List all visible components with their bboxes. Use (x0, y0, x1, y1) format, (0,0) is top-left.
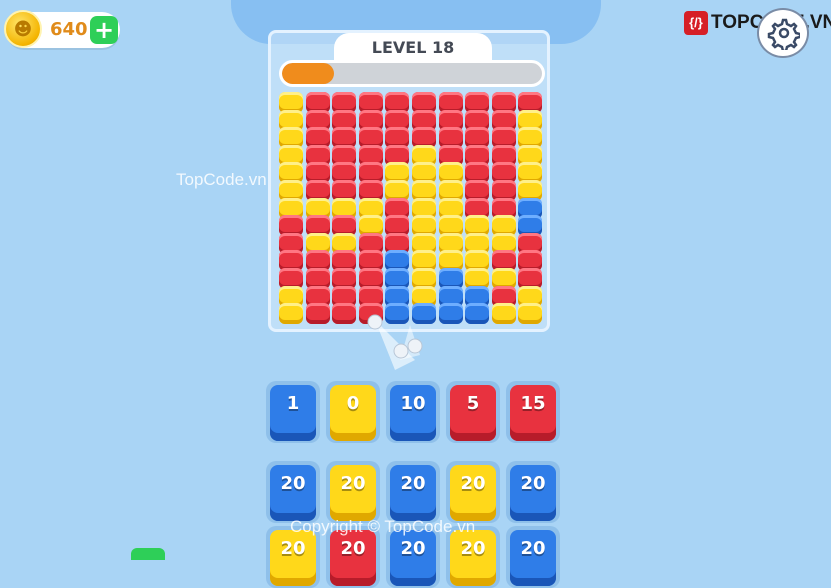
brand-mark: {/} (684, 11, 708, 35)
coin-value: 640 (50, 19, 88, 40)
level-label: LEVEL 18 (334, 33, 492, 63)
shooter-cube[interactable]: 5 (450, 385, 496, 441)
level-progress-fill (282, 63, 334, 84)
block-grid (279, 92, 545, 325)
skull-coin-icon: ☻ (4, 10, 42, 48)
shooter-cube[interactable]: 20 (510, 465, 556, 521)
shooter-cube[interactable]: 20 (390, 530, 436, 586)
board-cube (279, 303, 303, 325)
shooter-cube[interactable]: 20 (270, 530, 316, 586)
shooter-cube[interactable]: 10 (390, 385, 436, 441)
shooter-cube[interactable]: 20 (270, 465, 316, 521)
board-cube (491, 303, 516, 325)
shooter-cube[interactable]: 20 (510, 530, 556, 586)
gear-icon (767, 18, 800, 50)
coin-counter: ☻ 640 + (4, 10, 120, 48)
green-button-edge[interactable] (131, 548, 165, 560)
board-cube (305, 303, 330, 325)
shooter-cube[interactable]: 20 (330, 465, 376, 521)
board-cube (518, 303, 543, 325)
shooter-cube[interactable]: 20 (450, 530, 496, 586)
level-progress-bar (279, 60, 545, 87)
shooter-cube[interactable]: 0 (330, 385, 376, 441)
board-cube (332, 303, 357, 325)
watermark-footer: Copyright © TopCode.vn (290, 517, 476, 536)
add-coins-button[interactable]: + (90, 16, 118, 44)
board-cube (465, 303, 490, 325)
watermark-center: TopCode.vn (176, 170, 267, 189)
shooter-cube[interactable]: 20 (450, 465, 496, 521)
shooter-cube[interactable]: 1 (270, 385, 316, 441)
shooter-cube[interactable]: 20 (390, 465, 436, 521)
shooter-cube[interactable]: 15 (510, 385, 556, 441)
settings-button[interactable] (757, 8, 809, 58)
shooter-cube[interactable]: 20 (330, 530, 376, 586)
